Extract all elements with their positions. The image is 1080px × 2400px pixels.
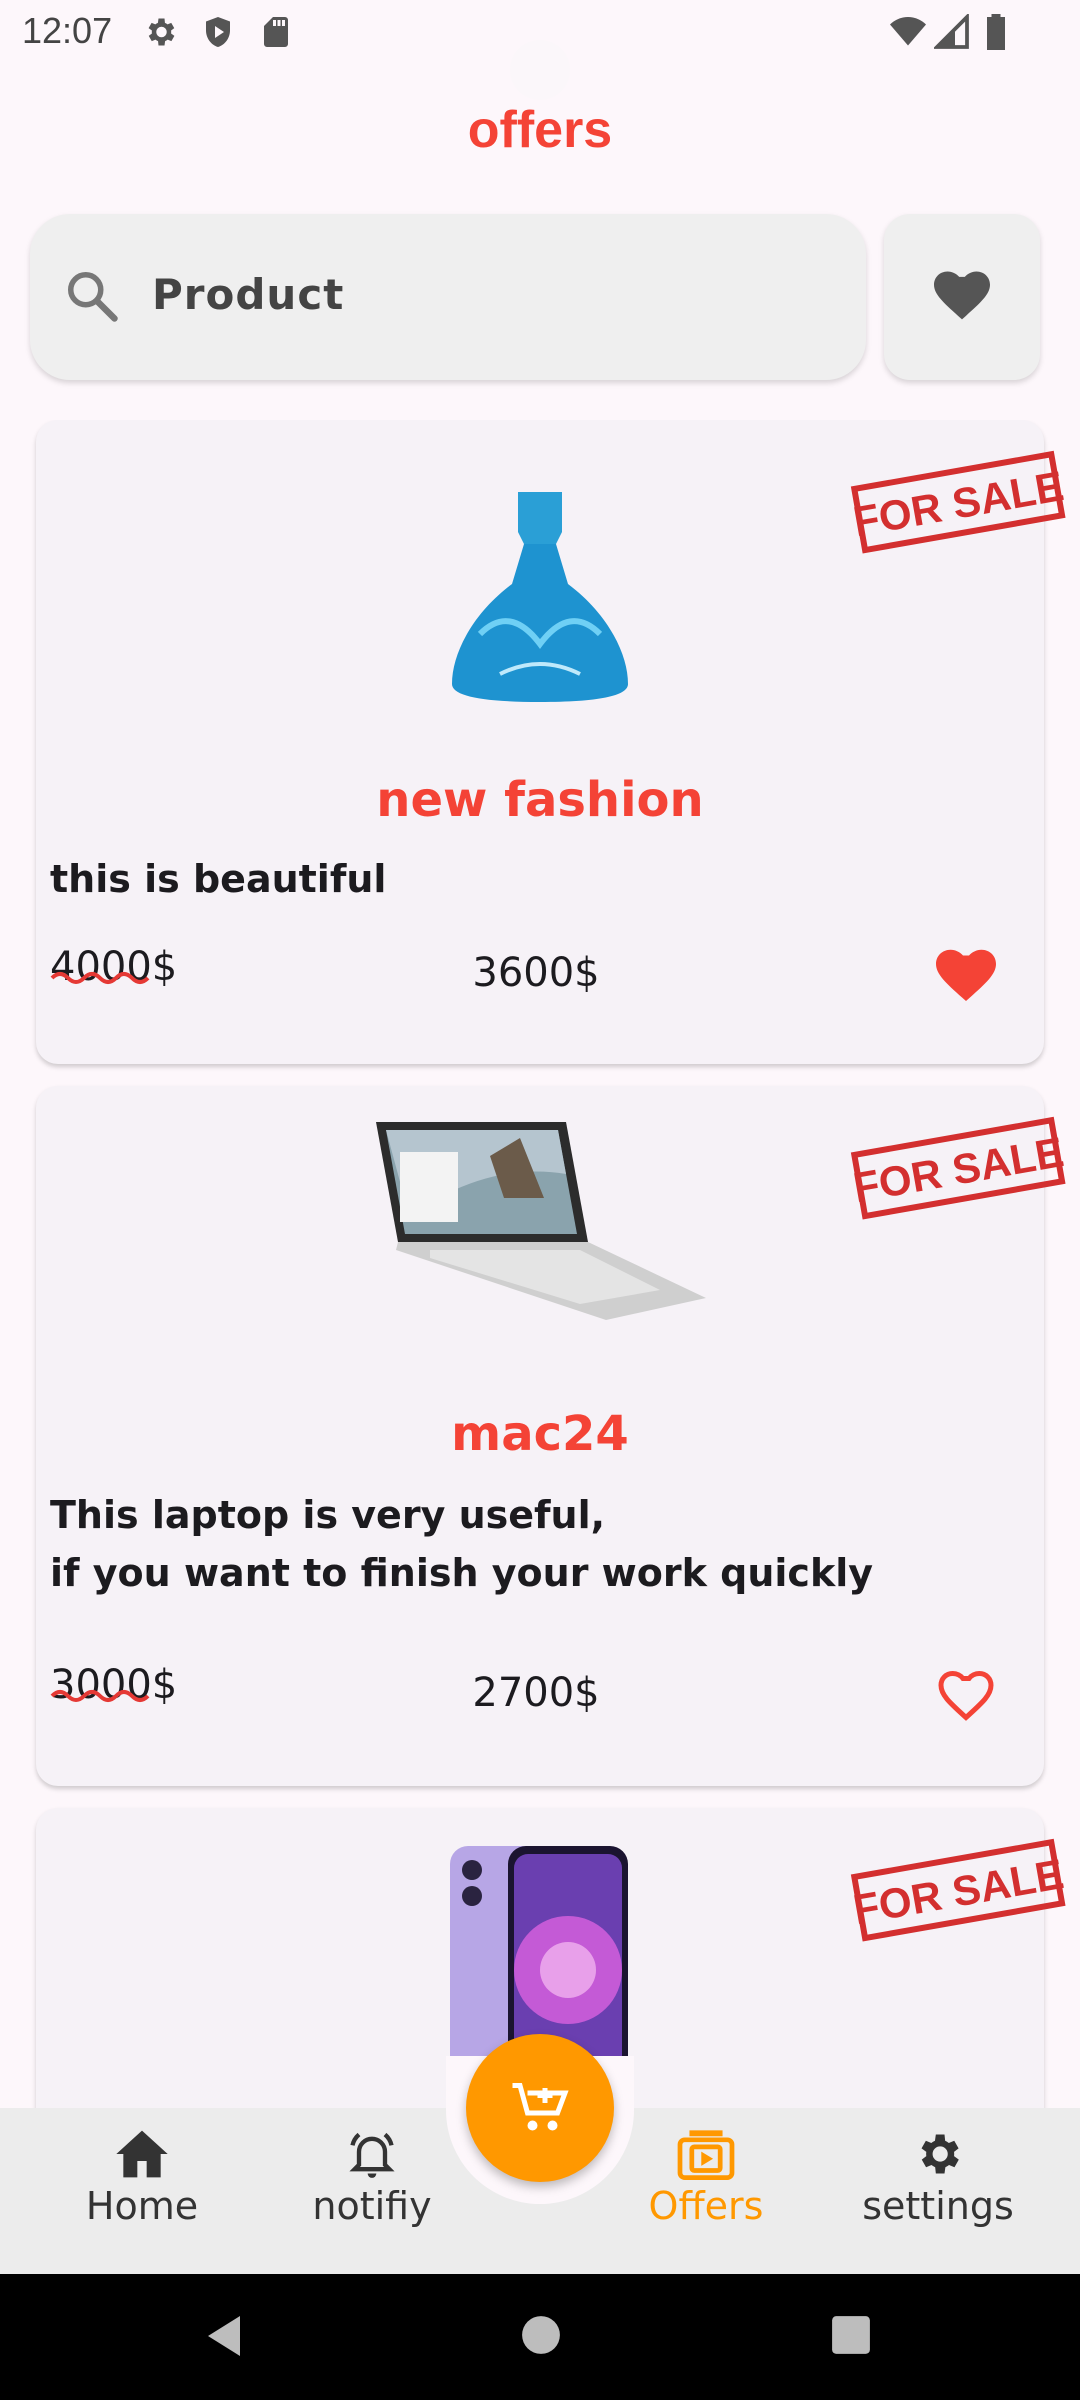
back-icon[interactable] xyxy=(204,2314,244,2358)
cart-add-icon xyxy=(512,2083,569,2131)
camera-cutout xyxy=(510,40,570,100)
nav-item-offers[interactable]: Offers xyxy=(606,2128,806,2228)
product-description: This laptop is very useful, if you want … xyxy=(50,1493,874,1595)
strike-line xyxy=(50,1690,150,1702)
product-name: mac24 xyxy=(451,1406,629,1462)
product-image-laptop xyxy=(376,1122,706,1320)
heart-icon xyxy=(934,271,990,320)
nav-item-settings[interactable]: settings xyxy=(838,2128,1038,2228)
recents-icon[interactable] xyxy=(830,2314,872,2356)
status-time: 12:07 xyxy=(22,10,113,51)
nav-label: settings xyxy=(862,2184,1014,2228)
search-box[interactable]: Product xyxy=(30,214,866,380)
search-icon xyxy=(68,272,118,322)
old-price: 3000$ xyxy=(50,1662,177,1708)
home-circle-icon[interactable] xyxy=(520,2314,562,2356)
product-description: this is beautiful xyxy=(50,857,387,901)
nav-label: Home xyxy=(85,2184,199,2228)
wifi-icon xyxy=(890,17,926,46)
home-icon xyxy=(116,2130,168,2178)
product-name: new fashion xyxy=(376,772,704,828)
old-price: 4000$ xyxy=(50,944,177,990)
heart-filled-icon[interactable] xyxy=(936,948,996,1004)
product-image-dress xyxy=(452,492,628,702)
screen: 12:07 offers Product FOR SALE new fashio… xyxy=(0,0,1080,2400)
system-navigation-bar xyxy=(0,2274,1080,2400)
new-price: 2700$ xyxy=(472,1670,600,1716)
product-card[interactable]: FOR SALE mac24 This laptop is very usefu… xyxy=(36,1086,1067,1786)
strike-line xyxy=(50,972,150,984)
nav-label: notifiy xyxy=(312,2184,432,2228)
bell-icon xyxy=(349,2132,395,2178)
new-price: 3600$ xyxy=(472,950,600,996)
gear-icon xyxy=(921,2134,959,2174)
status-bar: 12:07 xyxy=(0,0,1080,100)
signal-icon xyxy=(934,14,969,49)
page-title: offers xyxy=(467,101,613,159)
for-sale-stamp: FOR SALE xyxy=(850,1116,1067,1220)
for-sale-stamp: FOR SALE xyxy=(850,1838,1067,1942)
product-list[interactable]: FOR SALE new fashion this is beautiful 4… xyxy=(0,420,1080,2108)
nav-item-home[interactable]: Home xyxy=(42,2128,242,2228)
battery-icon xyxy=(987,14,1005,50)
sd-card-icon xyxy=(264,17,288,47)
cart-fab-button[interactable] xyxy=(466,2034,614,2182)
gear-icon xyxy=(148,18,175,46)
shield-play-icon xyxy=(206,17,230,47)
favorites-button[interactable] xyxy=(884,214,1040,380)
product-card[interactable]: FOR SALE new fashion this is beautiful 4… xyxy=(36,420,1067,1064)
nav-item-notify[interactable]: notifiy xyxy=(272,2128,472,2228)
offers-icon xyxy=(677,2130,735,2180)
for-sale-stamp: FOR SALE xyxy=(850,450,1067,554)
heart-outline-icon[interactable] xyxy=(936,1668,996,1724)
search-input[interactable]: Product xyxy=(152,270,344,319)
nav-label: Offers xyxy=(648,2184,764,2228)
